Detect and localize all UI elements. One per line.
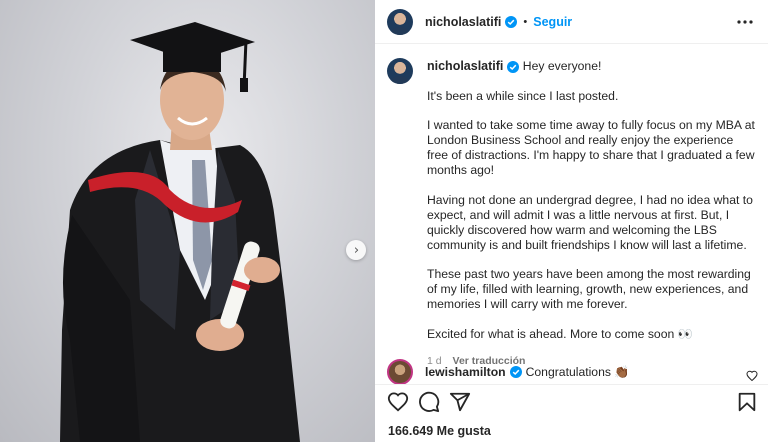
more-options-icon[interactable] bbox=[736, 13, 754, 31]
verified-badge-icon bbox=[509, 366, 522, 378]
comment-like-icon[interactable] bbox=[746, 369, 758, 382]
carousel-next-button[interactable]: › bbox=[346, 240, 366, 260]
comment-text: Congratulations 👏🏾 bbox=[525, 365, 630, 379]
post-side-panel: nicholaslatifi • Seguir nicholaslatifi H… bbox=[375, 0, 768, 442]
caption-paragraph: It's been a while since I last posted. bbox=[427, 88, 619, 103]
caption-body: nicholaslatifi Hey everyone! It's been a… bbox=[427, 59, 757, 369]
caption-paragraph: Having not done an undergrad degree, I h… bbox=[427, 192, 753, 252]
heart-icon[interactable] bbox=[387, 391, 409, 413]
caption-area: nicholaslatifi Hey everyone! It's been a… bbox=[375, 44, 768, 384]
commenter-avatar[interactable] bbox=[387, 359, 413, 385]
share-icon[interactable] bbox=[449, 391, 471, 413]
caption-greeting: Hey everyone! bbox=[522, 59, 602, 73]
avatar[interactable] bbox=[387, 8, 413, 35]
commenter-username[interactable]: lewishamilton bbox=[425, 365, 506, 379]
bookmark-icon[interactable] bbox=[736, 391, 758, 413]
caption-author-username[interactable]: nicholaslatifi bbox=[427, 59, 503, 73]
verified-badge-icon bbox=[505, 15, 518, 28]
action-bar: 166.649 Me gusta bbox=[375, 384, 768, 442]
post-header: nicholaslatifi • Seguir bbox=[375, 0, 768, 44]
follow-button[interactable]: Seguir bbox=[533, 15, 572, 29]
author-username[interactable]: nicholaslatifi bbox=[425, 15, 501, 29]
caption-paragraph: I wanted to take some time away to fully… bbox=[427, 118, 755, 177]
caption-avatar[interactable] bbox=[387, 58, 413, 84]
caption-first-line: nicholaslatifi Hey everyone! bbox=[427, 59, 757, 74]
chevron-right-icon: › bbox=[353, 242, 360, 258]
comment-row: lewishamilton Congratulations 👏🏾 bbox=[387, 359, 757, 385]
graduation-photo bbox=[60, 22, 300, 442]
separator-dot: • bbox=[523, 15, 528, 28]
comment-icon[interactable] bbox=[418, 391, 440, 413]
caption-paragraph: Excited for what is ahead. More to come … bbox=[427, 326, 693, 341]
verified-badge-icon bbox=[507, 60, 520, 73]
caption-paragraph: These past two years have been among the… bbox=[427, 267, 751, 311]
likes-count[interactable]: 166.649 Me gusta bbox=[388, 424, 491, 438]
post-image[interactable]: › bbox=[0, 0, 375, 442]
